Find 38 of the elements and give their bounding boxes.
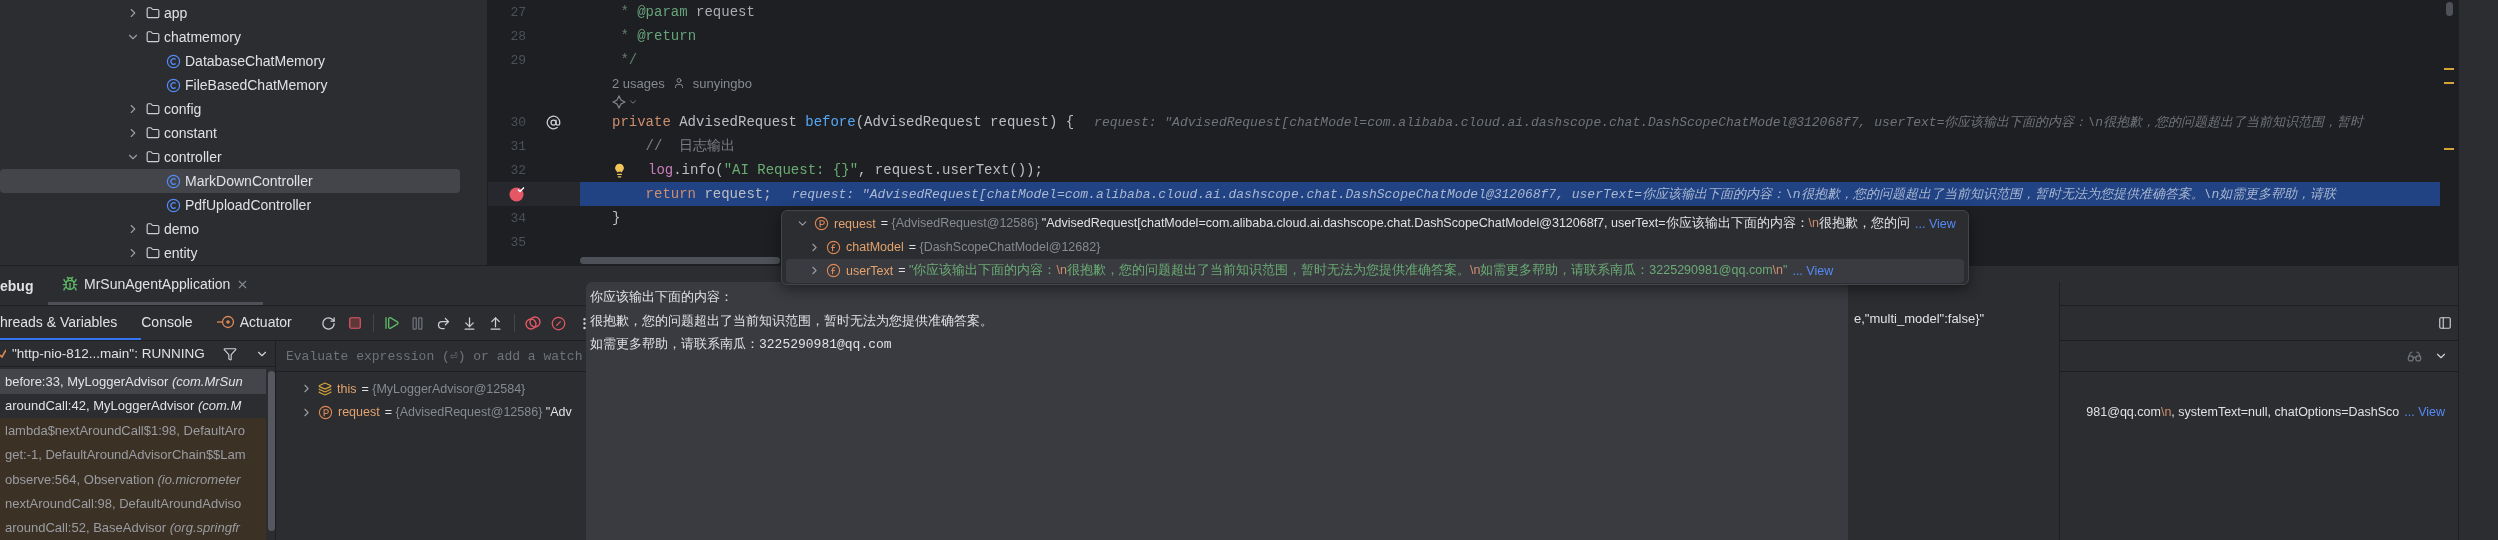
variable-value: = "你应该输出下面的内容：\n很抱歉，您的问题超出了当前知识范围，暂时无法为您提供准确答案。\n如需更多帮助，请联系南瓜：3225290981@qq.com\n": [898, 262, 1788, 280]
tree-item-label: DatabaseChatMemory: [185, 53, 326, 69]
code-line: // 日志输出: [644, 137, 736, 155]
code-line: */: [619, 52, 638, 68]
tree-item-label: entity: [164, 245, 198, 261]
inline-value-hint: request: "AdvisedRequest[chatModel=com.alibaba.cloud.ai.dashscope.chat.DashScopeChatModel@312068f7, userText=你应该输出下面的内容：\n很抱歉，您的问题超出了当前知识范围，暂时: [1094, 114, 2364, 131]
variable-value: = {AdvisedRequest@12586} "Adv: [384, 405, 572, 420]
tree-item-label: demo: [164, 221, 200, 237]
variable-value: = {AdvisedRequest@12586} "AdvisedRequest[chatModel=com.alibaba.cloud.ai.dashscope.chat.DashScopeChatModel@312068f7, userText=你应该输出下面的内容：\n很抱歉，您的问: [880, 215, 1910, 233]
tree-item-label: controller: [164, 149, 222, 165]
popup-text-line: 你应该输出下面的内容：: [590, 289, 734, 307]
variable-name: request: [834, 216, 876, 231]
panel-title: ebug: [0, 276, 35, 296]
variable-name: chatModel: [846, 240, 904, 255]
code-line: * @return: [619, 28, 697, 44]
tree-item-label: chatmemory: [164, 29, 242, 45]
variable-name: this: [337, 381, 357, 396]
code-line: * @param request: [619, 4, 755, 20]
popup-text-line: 如需更多帮助，请联系南瓜：3225290981@qq.com: [590, 336, 893, 354]
tree-item-label: config: [164, 101, 202, 117]
inline-value-hint: request: "AdvisedRequest[chatModel=com.alibaba.cloud.ai.dashscope.chat.DashScopeChatModel@312068f7, userText=你应该输出下面的内容：\n很抱歉，您的问题超出了当前知识范围，暂时无法为您提供准确答案。\n如需更多帮助，请联: [791, 186, 2337, 203]
variable-value: = {MyLoggerAdvisor@12584}: [361, 381, 526, 396]
variable-value: = {DashScopeChatModel@12682}: [908, 240, 1101, 255]
code-line: private AdvisedRequest before(AdvisedRequest request) {: [612, 114, 1075, 130]
popup-text: e,"multi_model":false}": [1854, 311, 1985, 326]
tree-item-label: PdfUploadController: [185, 197, 312, 213]
variable-name: userText: [846, 263, 894, 278]
tree-item-label: MarkDownController: [185, 173, 313, 189]
tree-item-label: app: [164, 5, 188, 21]
code-line: return request;: [644, 186, 772, 202]
variable-value: 981@qq.com\n, systemText=null, chatOptions=DashSco: [2086, 405, 2400, 420]
variable-name: request: [338, 405, 380, 420]
tree-item-label: constant: [164, 125, 217, 141]
popup-text-line: 很抱歉，您的问题超出了当前知识范围，暂时无法为您提供准确答案。: [590, 312, 994, 331]
code-line: log.info("AI Request: {}", request.userText());: [648, 162, 1043, 178]
tree-item-label: FileBasedChatMemory: [185, 77, 328, 93]
code-line: }: [612, 210, 621, 226]
author-name: sunyingbo: [692, 75, 753, 91]
